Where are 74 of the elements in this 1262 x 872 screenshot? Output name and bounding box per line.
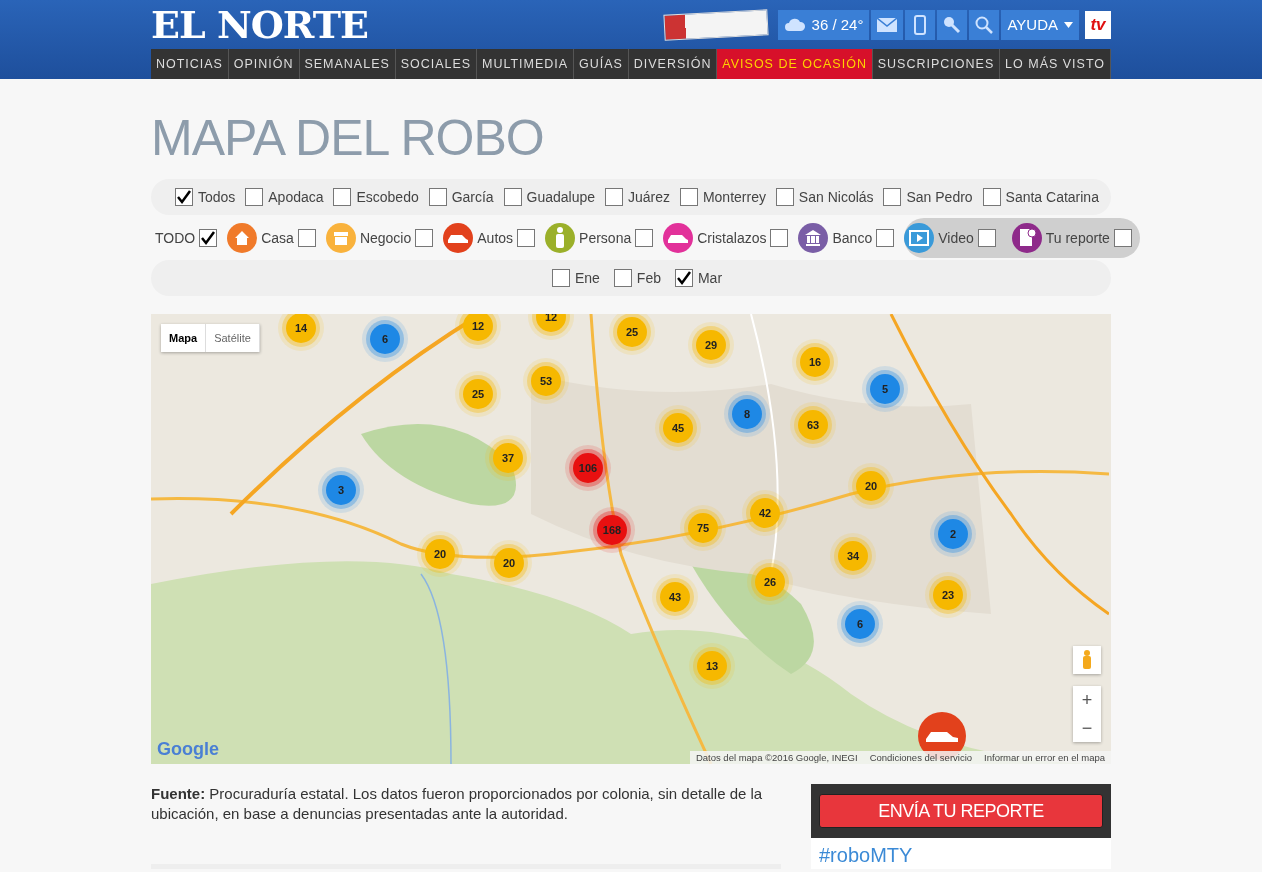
- checkbox-label: Tu reporte: [1045, 230, 1110, 246]
- checkbox[interactable]: [333, 188, 352, 206]
- checkbox[interactable]: [551, 269, 570, 287]
- zoom-out-button[interactable]: −: [1073, 714, 1101, 742]
- checkbox-label: Banco: [832, 230, 873, 246]
- wrench-icon[interactable]: [937, 9, 968, 40]
- checkbox-label: Negocio: [359, 230, 412, 246]
- checkbox[interactable]: [977, 229, 996, 247]
- checkbox-label: Casa: [261, 230, 294, 246]
- terms-link[interactable]: Condiciones del servicio: [869, 752, 973, 763]
- checkbox-label: Monterrey: [702, 189, 766, 205]
- bank-icon: [804, 229, 823, 247]
- tv-logo[interactable]: tv: [1085, 10, 1111, 39]
- checkbox[interactable]: [770, 229, 789, 247]
- checkbox-label: Persona: [579, 230, 632, 246]
- checkbox-label: Feb: [636, 270, 661, 286]
- map-logo: Google: [157, 739, 219, 760]
- checkbox-label: Apodaca: [268, 189, 324, 205]
- checkbox-label: Video: [938, 230, 974, 246]
- checkbox[interactable]: [613, 269, 632, 287]
- checkbox[interactable]: [1113, 229, 1132, 247]
- checkbox-label: Juárez: [628, 189, 670, 205]
- checkbox[interactable]: [297, 229, 316, 247]
- phone-icon[interactable]: [905, 9, 936, 40]
- checkbox-label: Santa Catarina: [1005, 189, 1099, 205]
- site-logo[interactable]: EL NORTE: [151, 5, 368, 44]
- checkbox[interactable]: [605, 188, 623, 206]
- checkbox-label: Ene: [574, 270, 600, 286]
- checkbox-label: San Nicolás: [798, 189, 874, 205]
- house-icon: [233, 229, 252, 247]
- mail-icon[interactable]: [871, 9, 904, 40]
- checkbox[interactable]: [245, 188, 264, 206]
- checkbox[interactable]: [679, 188, 698, 206]
- checkbox-label: Mar: [697, 270, 723, 286]
- checkbox[interactable]: [635, 229, 654, 247]
- checkbox-label: Guadalupe: [526, 189, 596, 205]
- checkbox-label: Cristalazos: [697, 230, 767, 246]
- checkbox[interactable]: [876, 229, 895, 247]
- page-title: MAPA DEL ROBO: [151, 113, 545, 163]
- checkbox[interactable]: [883, 188, 902, 206]
- checkbox[interactable]: [517, 229, 536, 247]
- nav-tab[interactable]: AVISOS DE OCASIÓN: [717, 49, 873, 79]
- map-drawing[interactable]: [151, 314, 1109, 764]
- checkbox-label: Autos: [477, 230, 514, 246]
- checkbox-label: Todos: [198, 189, 236, 205]
- checkbox-label: TODO: [155, 230, 196, 246]
- report-error-link[interactable]: Informar un error en el mapa: [984, 752, 1105, 763]
- checkbox[interactable]: [982, 188, 1001, 206]
- checkbox[interactable]: [415, 229, 434, 247]
- checkbox-label: García: [451, 189, 494, 205]
- checkbox[interactable]: [775, 188, 794, 206]
- checkbox-label: San Pedro: [906, 189, 973, 205]
- search-icon[interactable]: [969, 9, 1000, 40]
- map-type-tab[interactable]: Satélite: [206, 324, 260, 352]
- map-type-tab[interactable]: Mapa: [161, 324, 207, 352]
- weather-button[interactable]: 36 / 24°: [777, 9, 870, 40]
- hashtag-heading: #roboMTY: [811, 838, 1111, 869]
- caret-icon: [1064, 21, 1073, 28]
- cloud-icon: [783, 17, 806, 32]
- checkbox[interactable]: [428, 188, 447, 206]
- checkbox-label: Escobedo: [356, 189, 419, 205]
- store-icon: [331, 229, 350, 247]
- checkbox[interactable]: [674, 269, 693, 287]
- zoom-in-button[interactable]: +: [1073, 686, 1101, 714]
- source-note: Fuente: Procuraduría estatal. Los datos fueron proporcionados por colonia, sin detalle de la ubicación, en base a denuncias presentadas ante la autoridad.: [151, 784, 781, 869]
- video-icon: [909, 230, 930, 246]
- checkbox[interactable]: [175, 188, 193, 206]
- newspaper-thumbnail[interactable]: [662, 8, 769, 41]
- checkbox[interactable]: [503, 188, 522, 206]
- map-attribution: Datos del mapa ©2016 Google, INEGI: [695, 752, 858, 763]
- document-icon: [1017, 228, 1036, 248]
- help-menu[interactable]: AYUDA: [1001, 9, 1079, 40]
- checkbox[interactable]: [199, 229, 218, 247]
- send-report-button[interactable]: ENVÍA TU REPORTE: [819, 794, 1103, 828]
